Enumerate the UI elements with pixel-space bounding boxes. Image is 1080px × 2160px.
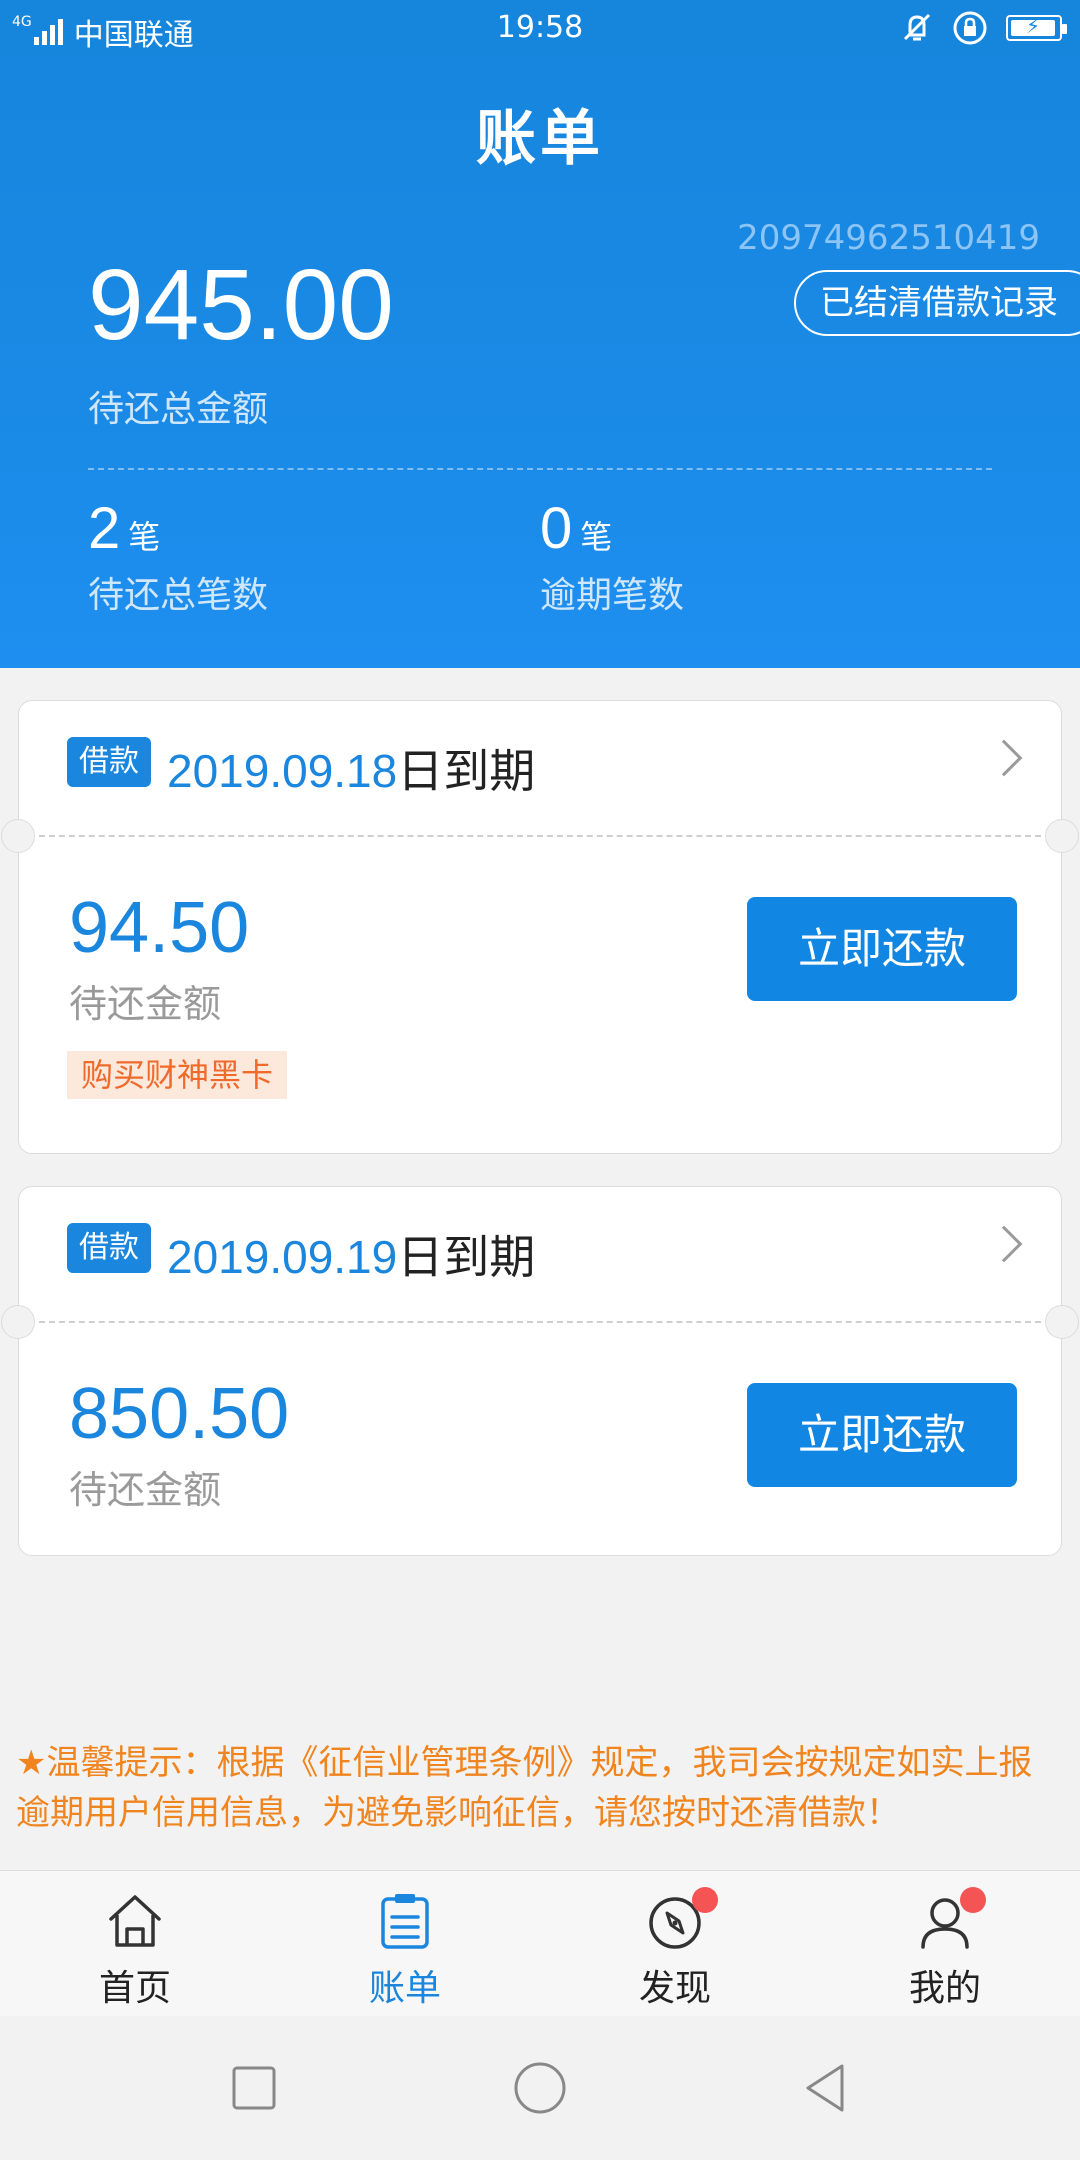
overdue-count-label: 逾期笔数 [540,575,685,616]
card-notch [1,1305,35,1339]
tab-bill[interactable]: 账单 [270,1871,540,2017]
repay-now-button[interactable]: 立即还款 [747,897,1017,1001]
loan-tag: 借款 [67,737,151,787]
loan-card: 借款 2019.09.19日到期 850.50 待还金额 立即还款 [1,1186,1079,1556]
due-date-value: 2019.09.18 [167,745,398,797]
due-date-suffix: 日到期 [397,744,536,798]
status-bar: 4G 中国联通 19:58 ⚡ [0,0,1080,60]
pending-count-stat: 2笔 待还总笔数 [88,495,268,618]
overdue-count: 0 [540,496,573,561]
repay-now-button[interactable]: 立即还款 [747,1383,1017,1487]
mute-vibrate-icon [903,13,931,41]
loan-card-header[interactable]: 借款 2019.09.18日到期 [19,701,1061,835]
loan-tag: 借款 [67,1223,151,1273]
tab-mine[interactable]: 我的 [810,1871,1080,2017]
total-amount: 945.00 [88,249,394,361]
tab-home-label: 首页 [98,1968,171,2009]
tab-bill-label: 账单 [368,1968,441,2009]
tab-discover[interactable]: 发现 [540,1871,810,2017]
status-right: ⚡ [900,10,1067,46]
overdue-count-unit: 笔 [580,518,613,556]
bill-icon [381,1894,429,1949]
due-date-value: 2019.09.19 [167,1231,398,1283]
tab-home[interactable]: 首页 [0,1871,270,2017]
promo-link[interactable]: 购买财神黑卡 [67,1051,288,1099]
recent-apps-icon[interactable] [222,2056,286,2120]
card-notch [1,819,35,853]
rotation-lock-icon [953,11,987,45]
loan-amount-label: 待还金额 [69,982,222,1026]
tab-mine-label: 我的 [908,1968,981,2009]
settled-loans-button[interactable]: 已结清借款记录 [794,270,1080,336]
home-nav-icon[interactable] [508,2056,572,2120]
due-date-suffix: 日到期 [397,1230,536,1284]
due-date: 2019.09.19日到期 [167,1221,535,1287]
loan-card: 借款 2019.09.18日到期 94.50 待还金额 购买财神黑卡 立即还款 [1,700,1079,1154]
chevron-right-icon[interactable] [985,739,1023,777]
card-notch [1045,1305,1079,1339]
pending-count: 2 [88,496,121,561]
card-divider [39,835,1041,837]
system-nav-bar [0,2016,1080,2160]
mine-badge [960,1887,986,1913]
chevron-right-icon[interactable] [985,1225,1023,1263]
loan-card-header[interactable]: 借款 2019.09.19日到期 [19,1187,1061,1321]
tab-bar: 首页 账单 发现 我的 [0,1870,1080,2016]
account-id: 20974962510419 [737,218,1040,258]
card-notch [1045,819,1079,853]
total-amount-label: 待还总金额 [88,389,269,430]
pending-count-label: 待还总笔数 [88,575,269,616]
pending-count-unit: 笔 [128,518,161,556]
home-icon [109,1895,161,1947]
header: 4G 中国联通 19:58 ⚡ 账单 20974962510419 已结清借款记… [0,0,1080,668]
due-date: 2019.09.18日到期 [167,735,535,801]
discover-badge [692,1887,718,1913]
loan-amount: 850.50 [69,1374,290,1454]
card-divider [39,1321,1041,1323]
header-divider [88,468,992,470]
back-icon[interactable] [794,2056,858,2120]
loan-amount: 94.50 [69,888,250,968]
battery-icon: ⚡ [1006,14,1067,41]
loan-amount-label: 待还金额 [69,1468,222,1512]
page-title: 账单 [476,104,604,174]
credit-notice: ★温馨提示：根据《征信业管理条例》规定，我司会按规定如实上报逾期用户信用信息，为… [16,1743,1033,1833]
tab-discover-label: 发现 [638,1968,711,2009]
overdue-count-stat: 0笔 逾期笔数 [540,495,684,618]
